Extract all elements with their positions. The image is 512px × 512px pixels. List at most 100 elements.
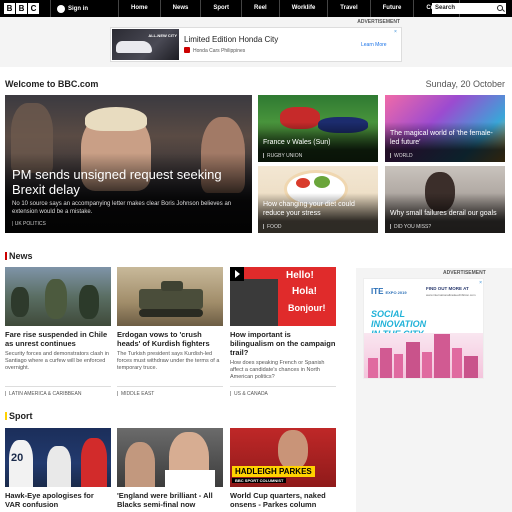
bbc-logo[interactable]: B B C	[4, 3, 39, 14]
news-card[interactable]: Erdogan vows to 'crush heads' of Kurdish…	[117, 267, 223, 397]
player-figure	[125, 442, 155, 487]
sport-headline[interactable]: Hawk-Eye apologises for VAR confusion	[5, 491, 111, 509]
logo-letter: C	[28, 3, 39, 14]
news-headline[interactable]: How important is bilingualism on the cam…	[230, 330, 336, 357]
page-title: Welcome to BBC.com	[5, 79, 99, 89]
sport-card[interactable]: 20 Hawk-Eye apologises for VAR confusion	[5, 428, 111, 509]
tile-story[interactable]: Why small failures derail our goals DID …	[385, 166, 505, 233]
side-ad-find-more[interactable]: FIND OUT MORE AT	[426, 286, 469, 291]
search-icon[interactable]	[497, 5, 503, 11]
player-shirt	[165, 470, 215, 487]
news-tag[interactable]: MIDDLE EAST	[117, 391, 154, 397]
section-header-sport[interactable]: Sport	[5, 411, 33, 421]
news-figure	[79, 285, 99, 319]
divider	[5, 386, 111, 387]
hero-figure-hair	[85, 107, 147, 131]
ad-label: ADVERTISEMENT	[357, 19, 400, 25]
ad-learn-more-link[interactable]: Learn More	[361, 42, 387, 48]
tile-story[interactable]: How changing your diet could reduce your…	[258, 166, 378, 233]
news-card-image	[117, 267, 223, 326]
side-ad[interactable]: ITE EXPO 2019 FIND OUT MORE AT www.intern…	[363, 278, 484, 379]
tile-food	[296, 178, 310, 188]
news-tag[interactable]: LATIN AMERICA & CARIBBEAN	[5, 391, 81, 397]
nav-item-worklife[interactable]: Worklife	[278, 0, 328, 17]
hero-tag-label: UK POLITICS	[14, 221, 46, 227]
search-input[interactable]: Search	[432, 3, 506, 14]
news-headline[interactable]: Fare rise suspended in Chile as unrest c…	[5, 330, 111, 348]
section-header-news[interactable]: News	[5, 251, 33, 261]
column-caption-sub: BBC SPORT COLUMNIST	[232, 478, 287, 483]
ad-title[interactable]: Limited Edition Honda City	[184, 35, 278, 44]
side-ad-label: ADVERTISEMENT	[443, 270, 486, 276]
ad-close-icon[interactable]: ×	[394, 29, 400, 35]
column-caption-name: HADLEIGH PARKES	[232, 466, 315, 477]
tile-title[interactable]: The magical world of 'the female-led fut…	[390, 129, 502, 147]
nav-item-news[interactable]: News	[159, 0, 201, 17]
tile-title[interactable]: Why small failures derail our goals	[390, 209, 502, 218]
sport-card-image: HADLEIGH PARKES BBC SPORT COLUMNIST	[230, 428, 336, 487]
news-tag[interactable]: US & CANADA	[230, 391, 268, 397]
city-skyline	[364, 333, 483, 378]
hero-headline[interactable]: PM sends unsigned request seeking Brexit…	[12, 167, 242, 197]
speech-bubble-hello: Hello!	[286, 270, 314, 281]
speech-bubble-hola: Hola!	[292, 286, 317, 297]
ad-banner[interactable]: ALL-NEW CITY Limited Edition Honda City …	[110, 27, 402, 62]
ite-small: EXPO 2019	[385, 290, 407, 295]
tank-shape	[139, 289, 203, 309]
logo-letter: B	[16, 3, 27, 14]
nav-item-travel[interactable]: Travel	[327, 0, 369, 17]
news-card-image	[5, 267, 111, 326]
tank-turret	[161, 281, 183, 291]
side-ad-site: www.internationaltradeexhibition.com	[426, 293, 476, 297]
date-label: Sunday, 20 October	[425, 79, 505, 89]
building	[464, 356, 478, 378]
sport-card-image	[117, 428, 223, 487]
news-card[interactable]: Fare rise suspended in Chile as unrest c…	[5, 267, 111, 397]
side-ad-close-icon[interactable]: ×	[479, 280, 482, 286]
sport-card[interactable]: 'England were brilliant - All Blacks sem…	[117, 428, 223, 509]
nav-item-home[interactable]: Home	[118, 0, 160, 17]
nav-item-sport[interactable]: Sport	[200, 0, 241, 17]
tile-tag[interactable]: DID YOU MISS?	[390, 224, 431, 230]
ad-advertiser: Honda Cars Philippines	[193, 48, 246, 54]
tile-title[interactable]: France v Wales (Sun)	[263, 138, 375, 147]
news-figure	[11, 287, 29, 317]
nav-item-future[interactable]: Future	[369, 0, 414, 17]
news-summary: Security forces and demonstrators clash …	[5, 351, 109, 371]
sign-in-link[interactable]: Sign in	[50, 0, 118, 17]
player-figure	[47, 446, 71, 487]
building	[422, 352, 432, 378]
side-ad-line: INNOVATION	[371, 319, 427, 329]
search-placeholder: Search	[435, 5, 456, 11]
side-ad-line: SOCIAL	[371, 309, 406, 319]
sport-headline[interactable]: World Cup quarters, naked onsens - Parke…	[230, 491, 336, 509]
speech-bubble-bonjour: Bonjour!	[288, 303, 326, 313]
play-icon[interactable]	[230, 267, 244, 281]
tile-tag[interactable]: FOOD	[263, 224, 281, 230]
hero-story[interactable]: PM sends unsigned request seeking Brexit…	[5, 95, 252, 233]
player-figure	[81, 438, 107, 487]
hero-tag[interactable]: | UK POLITICS	[12, 221, 46, 227]
building	[394, 354, 403, 378]
nav-item-reel[interactable]: Reel	[241, 0, 279, 17]
news-headline[interactable]: Erdogan vows to 'crush heads' of Kurdish…	[117, 330, 223, 348]
tile-tag[interactable]: WORLD	[390, 153, 413, 159]
tile-story[interactable]: The magical world of 'the female-led fut…	[385, 95, 505, 162]
car-shape	[116, 41, 152, 53]
news-card-image: Hello! Hola! Bonjour!	[230, 267, 336, 326]
news-card[interactable]: Hello! Hola! Bonjour! How important is b…	[230, 267, 336, 397]
tile-tag[interactable]: RUGBY UNION	[263, 153, 302, 159]
ite-text: ITE	[371, 287, 384, 296]
tile-title[interactable]: How changing your diet could reduce your…	[263, 200, 375, 218]
news-figure	[45, 279, 67, 319]
sport-card[interactable]: HADLEIGH PARKES BBC SPORT COLUMNIST Worl…	[230, 428, 336, 509]
ad-car-image: ALL-NEW CITY	[112, 29, 179, 60]
logo-letter: B	[4, 3, 15, 14]
building	[406, 342, 420, 378]
divider	[117, 386, 223, 387]
car-label: ALL-NEW CITY	[148, 33, 177, 38]
honda-logo-icon	[184, 47, 190, 53]
tile-story[interactable]: France v Wales (Sun) RUGBY UNION	[258, 95, 378, 162]
sport-card-image: 20	[5, 428, 111, 487]
sport-headline[interactable]: 'England were brilliant - All Blacks sem…	[117, 491, 223, 509]
